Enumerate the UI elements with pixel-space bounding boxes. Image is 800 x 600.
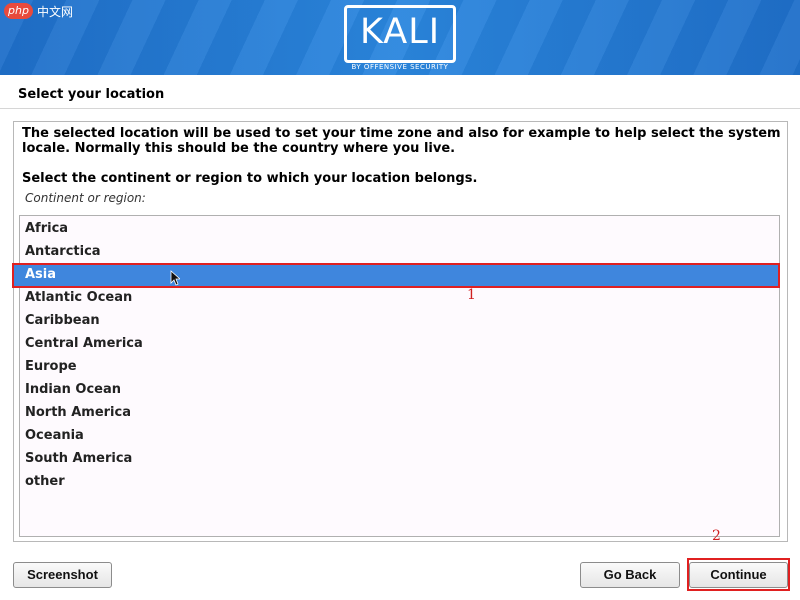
region-option[interactable]: South America <box>20 447 779 470</box>
region-option[interactable]: Indian Ocean <box>20 378 779 401</box>
selection-highlight-annotation <box>12 263 780 288</box>
region-option[interactable]: other <box>20 470 779 493</box>
instruction-text: Select the continent or region to which … <box>22 171 478 186</box>
region-option[interactable]: Europe <box>20 355 779 378</box>
region-option[interactable]: Oceania <box>20 424 779 447</box>
page-title: Select your location <box>18 87 165 102</box>
region-field-label: Continent or region: <box>25 191 146 205</box>
region-option[interactable]: Antarctica <box>20 240 779 263</box>
region-option[interactable]: Africa <box>20 217 779 240</box>
watermark-badge: php <box>4 3 33 19</box>
annotation-number-2: 2 <box>712 528 721 544</box>
region-option[interactable]: Central America <box>20 332 779 355</box>
divider <box>0 108 800 109</box>
continue-annotation <box>687 558 790 591</box>
mouse-cursor-icon <box>170 270 180 286</box>
watermark-text: 中文网 <box>36 4 73 19</box>
kali-logo-subtitle: BY OFFENSIVE SECURITY <box>351 63 449 71</box>
annotation-number-1: 1 <box>467 287 476 303</box>
region-option[interactable]: North America <box>20 401 779 424</box>
description-text: The selected location will be used to se… <box>22 126 781 156</box>
region-option[interactable]: Atlantic Ocean <box>20 286 779 309</box>
screenshot-button[interactable]: Screenshot <box>13 562 112 588</box>
region-option[interactable]: Caribbean <box>20 309 779 332</box>
watermark: php 中文网 <box>4 2 73 20</box>
kali-logo: KALI <box>359 12 441 52</box>
go-back-button[interactable]: Go Back <box>580 562 680 588</box>
